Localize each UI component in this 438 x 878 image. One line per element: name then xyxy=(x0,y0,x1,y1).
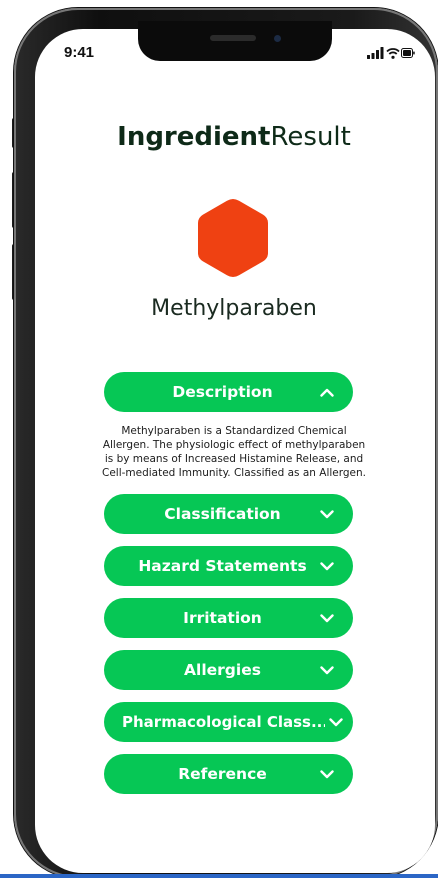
hexagon-icon xyxy=(198,199,268,277)
page-title-regular: Result xyxy=(270,122,351,152)
chevron-up-icon xyxy=(313,388,341,397)
screenshot-canvas: 9:41 IngredientResult Methylparaben Desc… xyxy=(0,0,438,878)
irritation-toggle[interactable]: Irritation xyxy=(104,598,353,638)
chevron-down-icon xyxy=(313,561,341,571)
section-label: Pharmacological Class... xyxy=(122,713,325,731)
section-label: Description xyxy=(172,383,273,401)
status-time: 9:41 xyxy=(64,44,95,61)
hazard-statements-toggle[interactable]: Hazard Statements xyxy=(104,546,353,586)
section-label: Irritation xyxy=(183,609,262,627)
allergies-toggle[interactable]: Allergies xyxy=(104,650,353,690)
page-title: IngredientResult xyxy=(0,122,438,152)
section-label: Reference xyxy=(178,765,267,783)
front-camera xyxy=(274,35,281,42)
chevron-down-icon xyxy=(325,717,347,727)
wifi-icon xyxy=(386,48,400,59)
description-toggle[interactable]: Description xyxy=(104,372,353,412)
pharmacological-class-toggle[interactable]: Pharmacological Class... xyxy=(104,702,353,742)
speaker-grille xyxy=(210,35,256,41)
chevron-down-icon xyxy=(313,613,341,623)
status-icons xyxy=(367,47,415,59)
phone-notch xyxy=(138,21,332,61)
chevron-down-icon xyxy=(313,509,341,519)
section-label: Classification xyxy=(164,505,281,523)
bottom-accent-bar xyxy=(0,874,438,878)
battery-icon xyxy=(401,48,415,58)
chevron-down-icon xyxy=(313,769,341,779)
signal-icon xyxy=(367,47,384,59)
section-label: Allergies xyxy=(184,661,261,679)
classification-toggle[interactable]: Classification xyxy=(104,494,353,534)
ingredient-name: Methylparaben xyxy=(151,296,317,321)
chevron-down-icon xyxy=(313,665,341,675)
section-label: Hazard Statements xyxy=(138,557,307,575)
page-title-bold: Ingredient xyxy=(117,122,271,152)
description-text: Methylparaben is a Standardized Chemical… xyxy=(101,425,366,479)
reference-toggle[interactable]: Reference xyxy=(104,754,353,794)
